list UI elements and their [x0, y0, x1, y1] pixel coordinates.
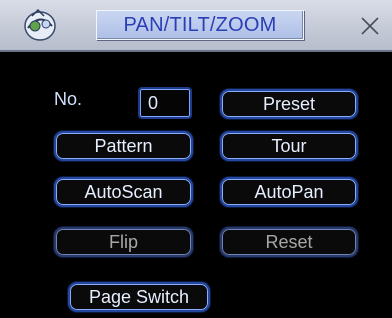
- close-icon[interactable]: [358, 14, 382, 38]
- reset-button[interactable]: Reset: [220, 227, 358, 257]
- ptz-app-logo-icon: [24, 8, 56, 41]
- ptz-dialog: PAN/TILT/ZOOM No. 0 Preset Pattern Tour …: [0, 0, 392, 318]
- tour-button[interactable]: Tour: [220, 131, 358, 161]
- window-title: PAN/TILT/ZOOM: [96, 10, 304, 40]
- preset-button[interactable]: Preset: [220, 89, 358, 119]
- flip-button[interactable]: Flip: [54, 227, 193, 257]
- no-label: No.: [54, 89, 83, 109]
- autoscan-button[interactable]: AutoScan: [54, 177, 193, 207]
- pattern-button[interactable]: Pattern: [54, 131, 193, 161]
- title-bar: PAN/TILT/ZOOM: [0, 0, 392, 52]
- ptz-controls-panel: No. 0 Preset Pattern Tour AutoScan AutoP…: [0, 52, 392, 318]
- preset-number-input[interactable]: 0: [138, 87, 192, 119]
- page-switch-button[interactable]: Page Switch: [68, 282, 210, 312]
- autopan-button[interactable]: AutoPan: [220, 177, 358, 207]
